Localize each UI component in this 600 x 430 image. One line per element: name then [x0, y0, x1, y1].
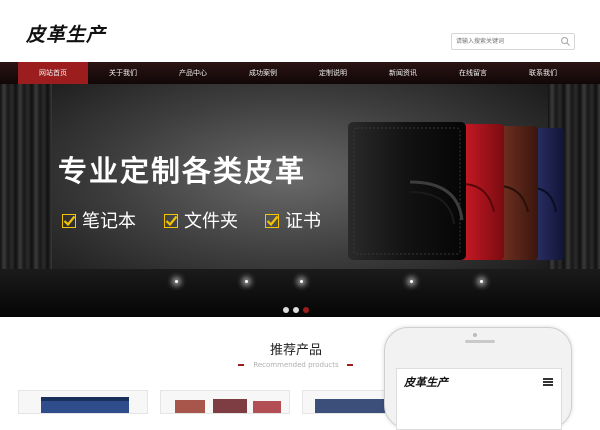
spotlight	[245, 280, 248, 283]
feature-label: 文件夹	[184, 211, 238, 232]
spotlight	[480, 280, 483, 283]
product-image	[315, 399, 385, 413]
product-image	[175, 399, 281, 413]
nav-item-products[interactable]: 产品中心	[158, 62, 228, 84]
mobile-site-logo[interactable]: 皮革生产	[404, 374, 448, 390]
site-logo[interactable]: 皮革生产	[26, 20, 106, 47]
mobile-preview: 皮革生产	[384, 327, 572, 430]
feature-folder: 文件夹	[164, 211, 238, 233]
main-nav: 网站首页 关于我们 产品中心 成功案例 定制说明 新闻资讯 在线留言 联系我们	[0, 62, 600, 84]
feature-notebook: 笔记本	[62, 211, 136, 233]
nav-item-message[interactable]: 在线留言	[438, 62, 508, 84]
search-box[interactable]	[451, 33, 575, 50]
product-thumbnail[interactable]	[302, 390, 390, 414]
subtitle-mark-right	[347, 364, 353, 366]
phone-screen: 皮革生产	[396, 368, 562, 430]
feature-label: 证书	[285, 211, 321, 232]
yellow-check-icon	[265, 214, 279, 228]
spotlight	[175, 280, 178, 283]
banner-headline: 专业定制各类皮革	[58, 154, 307, 188]
nav-item-cases[interactable]: 成功案例	[228, 62, 298, 84]
slider-dot-3[interactable]	[303, 307, 309, 313]
hero-banner[interactable]: 专业定制各类皮革 笔记本 文件夹 证书	[0, 84, 600, 317]
phone-camera	[473, 333, 477, 337]
nav-item-contact[interactable]: 联系我们	[508, 62, 578, 84]
search-input[interactable]	[456, 35, 554, 47]
feature-certificate: 证书	[265, 211, 321, 233]
spotlight	[300, 280, 303, 283]
hamburger-menu-icon[interactable]	[543, 378, 553, 386]
feature-label: 笔记本	[82, 211, 136, 232]
slider-dot-2[interactable]	[293, 307, 299, 313]
search-icon[interactable]	[560, 36, 571, 47]
nav-item-about[interactable]: 关于我们	[88, 62, 158, 84]
slider-dot-1[interactable]	[283, 307, 289, 313]
product-thumbnail[interactable]	[18, 390, 148, 414]
yellow-check-icon	[164, 214, 178, 228]
yellow-check-icon	[62, 214, 76, 228]
site-header: 皮革生产	[0, 0, 600, 62]
spotlight	[410, 280, 413, 283]
leather-portfolio-image	[348, 122, 564, 260]
nav-item-news[interactable]: 新闻资讯	[368, 62, 438, 84]
stage-floor	[0, 269, 600, 317]
product-image	[41, 397, 129, 413]
nav-item-custom[interactable]: 定制说明	[298, 62, 368, 84]
product-thumbnail[interactable]	[160, 390, 290, 414]
nav-item-home[interactable]: 网站首页	[18, 62, 88, 84]
phone-speaker	[465, 340, 495, 343]
